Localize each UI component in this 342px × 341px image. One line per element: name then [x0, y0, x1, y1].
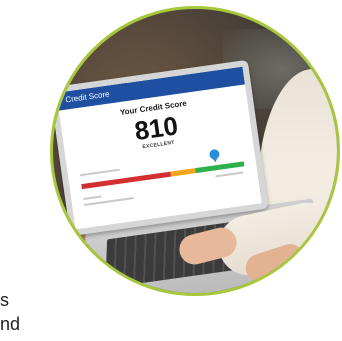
score-marker: [208, 148, 221, 164]
screen-body: Your Credit Score 810 EXCELLENT: [60, 90, 262, 229]
gauge-segment: [81, 171, 172, 190]
credit-score-page: Credit Score Your Credit Score 810 EXCEL…: [56, 66, 262, 230]
gauge-segment: [170, 168, 196, 177]
marker-pin-tail: [211, 156, 219, 163]
gauge-label-line: [79, 168, 120, 177]
legend-line: [83, 195, 102, 201]
gauge-label-line: [215, 171, 244, 178]
edge-text-line-1: s: [0, 290, 9, 310]
photo-frame: Credit Score Your Credit Score 810 EXCEL…: [50, 6, 340, 296]
edge-text-line-2: nd: [0, 314, 21, 334]
laptop-screen: Credit Score Your Credit Score 810 EXCEL…: [53, 59, 269, 237]
